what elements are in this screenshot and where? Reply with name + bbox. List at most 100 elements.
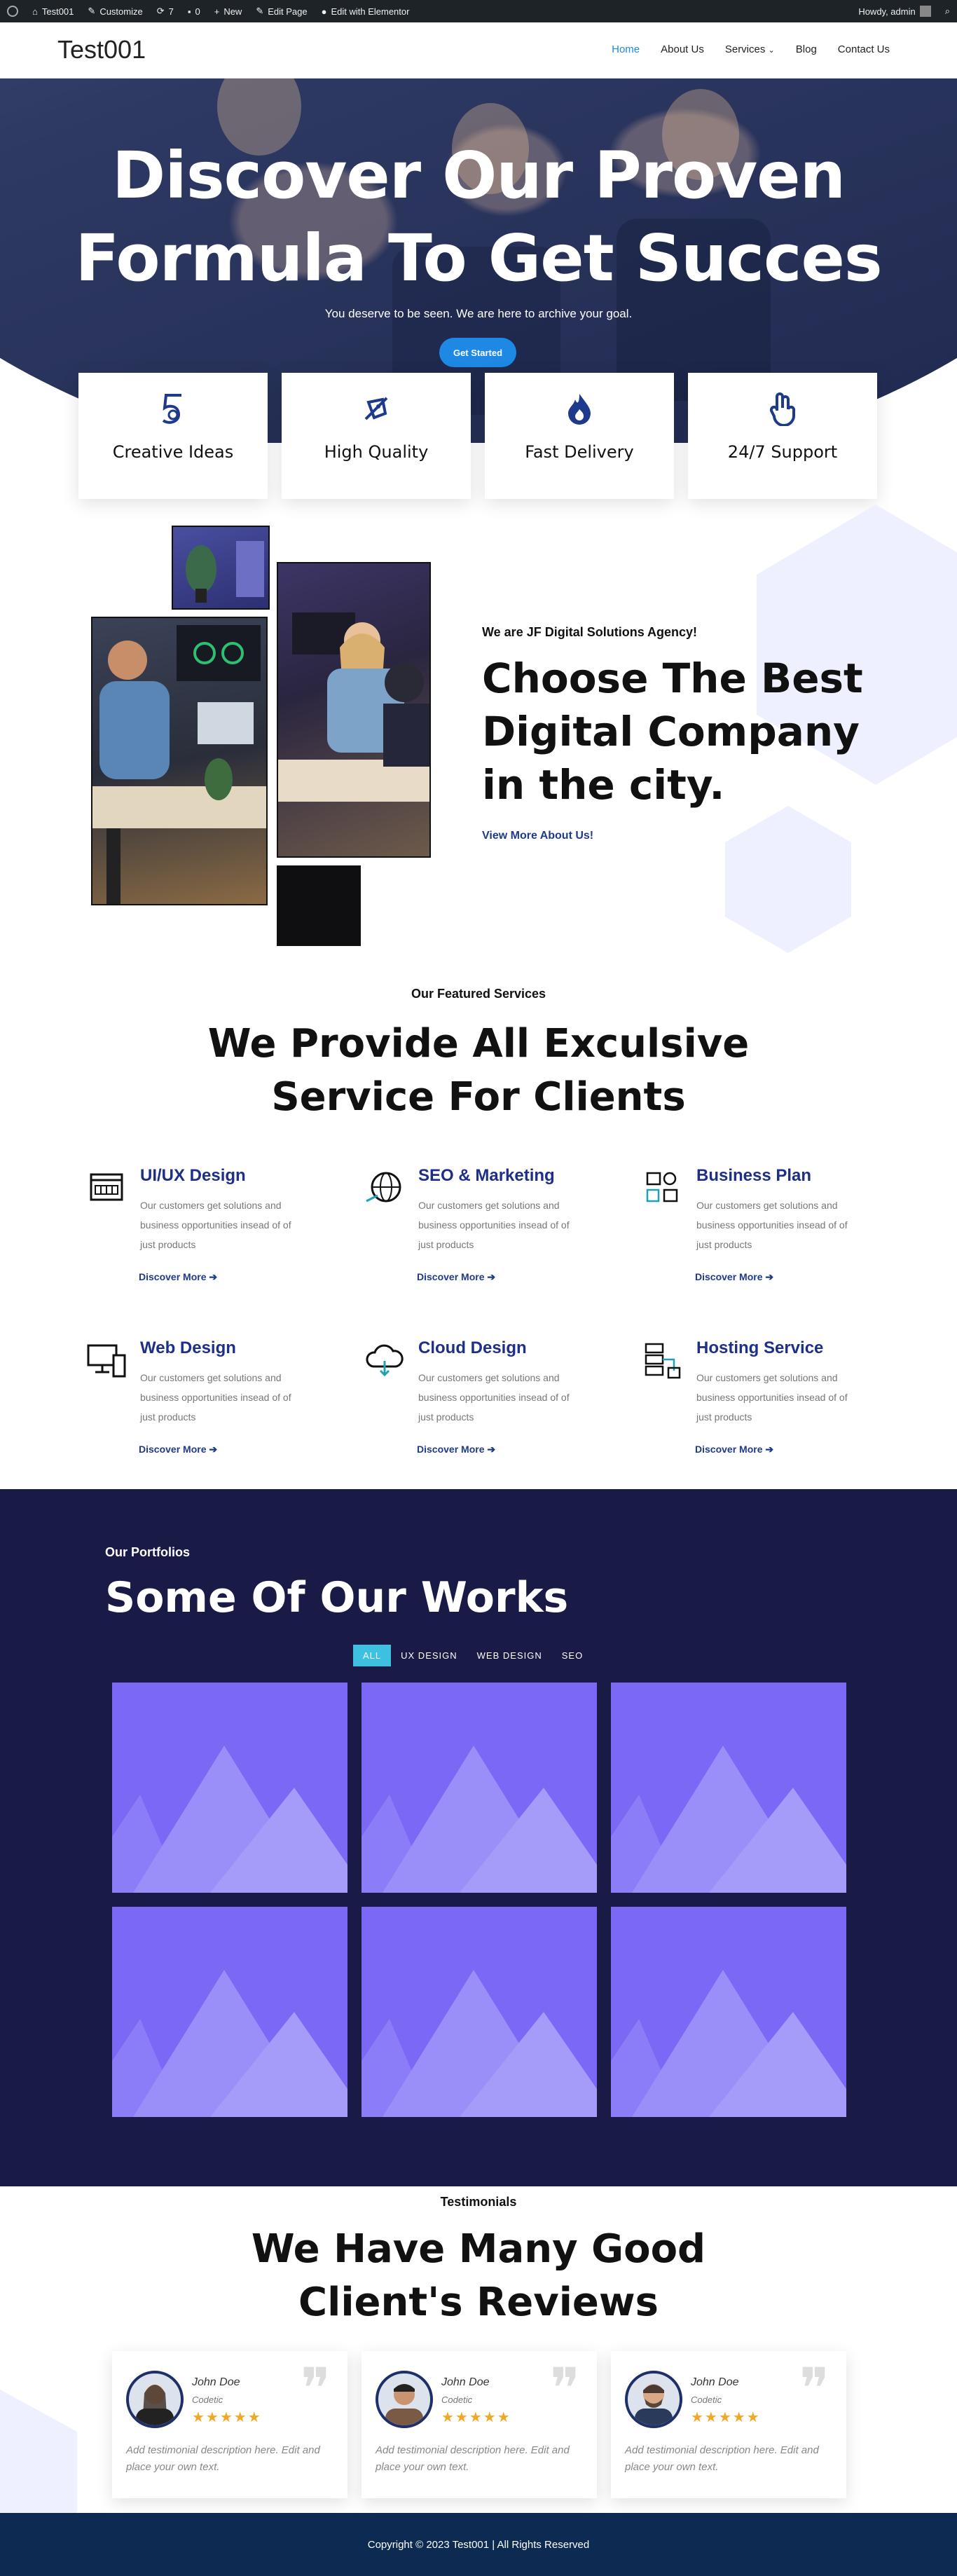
arrow-right-icon: ➔ xyxy=(209,1444,218,1455)
portfolio-item[interactable] xyxy=(362,1683,597,1893)
testimonials-pretitle: Testimonials xyxy=(440,2195,517,2209)
testimonial-text: Add testimonial description here. Edit a… xyxy=(625,2444,819,2473)
admin-site-link[interactable]: ⌂ Test001 xyxy=(25,0,81,22)
avatar xyxy=(126,2371,184,2428)
quote-icon: ❞ xyxy=(549,2356,580,2421)
office-photo-tall xyxy=(277,562,431,858)
wordpress-logo-icon[interactable] xyxy=(0,0,25,22)
admin-new-link[interactable]: + New xyxy=(207,0,249,22)
image-placeholder-icon xyxy=(112,1746,347,1893)
discover-more-link[interactable]: Discover More ➔ xyxy=(695,1271,773,1283)
meeting-illustration xyxy=(278,612,429,802)
nav-blog[interactable]: Blog xyxy=(796,43,817,55)
hexagon-decoration-small xyxy=(725,806,851,953)
service-title: Hosting Service xyxy=(696,1338,824,1357)
feature-label: Fast Delivery xyxy=(525,442,634,462)
service-title: SEO & Marketing xyxy=(418,1166,555,1185)
office-photo-dark xyxy=(277,865,361,946)
service-card-business: Business Plan Our customers get solution… xyxy=(642,1166,873,1313)
services-title: We Provide All Exculsive Service For Cli… xyxy=(207,1021,750,1120)
image-placeholder-icon xyxy=(112,1970,347,2117)
service-title: Cloud Design xyxy=(418,1338,527,1357)
creative-icon xyxy=(162,394,181,424)
admin-elementor-link[interactable]: ● Edit with Elementor xyxy=(315,0,417,22)
admin-comments-link[interactable]: ▪ 0 xyxy=(181,0,207,22)
image-placeholder-icon xyxy=(362,1746,597,1893)
updates-icon: ⟳ xyxy=(156,6,165,16)
main-nav: Home About Us Services ⌄ Blog Contact Us xyxy=(612,43,890,55)
filter-seo[interactable]: SEO xyxy=(552,1645,593,1666)
view-more-about-link[interactable]: View More About Us! xyxy=(482,830,593,842)
admin-customize-link[interactable]: ✎ Customize xyxy=(81,0,149,22)
get-started-button[interactable]: Get Started xyxy=(439,338,516,367)
portfolio-item[interactable] xyxy=(362,1907,597,2117)
portfolio-item[interactable] xyxy=(611,1907,846,2117)
reviewer-company: Codetic xyxy=(441,2395,473,2405)
filter-ux-design[interactable]: UX DESIGN xyxy=(391,1645,467,1666)
testimonial-text: Add testimonial description here. Edit a… xyxy=(376,2444,570,2473)
service-card-uiux: UI/UX Design Our customers get solutions… xyxy=(85,1166,317,1313)
plant-illustration xyxy=(186,541,264,603)
comment-icon: ▪ xyxy=(187,6,191,17)
brush-icon: ✎ xyxy=(88,6,96,16)
portfolio-title: Some Of Our Works xyxy=(105,1573,569,1622)
quote-icon: ❞ xyxy=(300,2356,331,2421)
cloud-icon xyxy=(366,1344,404,1377)
admin-edit-page-link[interactable]: ✎ Edit Page xyxy=(249,0,314,22)
discover-more-link[interactable]: Discover More ➔ xyxy=(139,1444,217,1455)
service-card-seo: SEO & Marketing Our customers get soluti… xyxy=(364,1166,595,1313)
testimonial-text: Add testimonial description here. Edit a… xyxy=(126,2444,320,2473)
service-title: Business Plan xyxy=(696,1166,812,1185)
admin-updates-link[interactable]: ⟳ 7 xyxy=(150,0,181,22)
discover-more-link[interactable]: Discover More ➔ xyxy=(417,1444,495,1455)
image-placeholder-icon xyxy=(362,1970,597,2117)
globe-icon xyxy=(366,1172,401,1203)
avatar xyxy=(625,2371,682,2428)
feature-card-delivery: Fast Delivery xyxy=(485,373,674,499)
admin-bar: ⌂ Test001 ✎ Customize ⟳ 7 ▪ 0 + New ✎ Edit Pag… xyxy=(0,0,957,22)
service-description: Our customers get solutions and business… xyxy=(418,1372,570,1423)
testimonials-title: We Have Many Good Client's Reviews xyxy=(251,2226,706,2325)
hand-peace-icon xyxy=(769,392,796,427)
service-description: Our customers get solutions and business… xyxy=(140,1200,291,1250)
person-icon xyxy=(385,2384,423,2425)
testimonial-card: John Doe Codetic ★★★★★ ❞ Add testimonial… xyxy=(362,2351,597,2498)
copyright-text: Copyright © 2023 Test001 | All Rights Re… xyxy=(367,2538,590,2551)
portfolio-filters: ALL UX DESIGN WEB DESIGN SEO xyxy=(353,1645,593,1666)
portfolio-item[interactable] xyxy=(112,1907,347,2117)
arrow-right-icon: ➔ xyxy=(487,1444,496,1455)
service-title: Web Design xyxy=(140,1338,236,1357)
service-title: UI/UX Design xyxy=(140,1166,246,1185)
star-rating: ★★★★★ xyxy=(691,2410,761,2425)
site-title[interactable]: Test001 xyxy=(57,35,146,64)
feature-label: Creative Ideas xyxy=(112,442,234,462)
office-photo-main xyxy=(91,617,268,905)
reviewer-name: John Doe xyxy=(691,2376,739,2388)
team-meeting-illustration xyxy=(92,625,266,904)
testimonial-card: John Doe Codetic ★★★★★ ❞ Add testimonial… xyxy=(611,2351,846,2498)
person-icon xyxy=(136,2385,174,2425)
admin-account-menu[interactable]: Howdy, admin xyxy=(851,0,937,22)
image-placeholder-icon xyxy=(611,1970,846,2117)
portfolio-item[interactable] xyxy=(112,1683,347,1893)
filter-all[interactable]: ALL xyxy=(353,1645,392,1666)
admin-search-icon[interactable]: ⌕ xyxy=(938,0,957,22)
nav-home[interactable]: Home xyxy=(612,43,640,55)
nav-contact[interactable]: Contact Us xyxy=(838,43,890,55)
portfolio-item[interactable] xyxy=(611,1683,846,1893)
server-icon xyxy=(645,1343,681,1379)
filter-web-design[interactable]: WEB DESIGN xyxy=(467,1645,552,1666)
feature-card-support: 24/7 Support xyxy=(688,373,877,499)
nav-services[interactable]: Services ⌄ xyxy=(725,43,775,55)
image-placeholder-icon xyxy=(611,1746,846,1893)
browser-window-icon xyxy=(90,1173,123,1201)
service-card-cloud: Cloud Design Our customers get solutions… xyxy=(364,1338,595,1486)
discover-more-link[interactable]: Discover More ➔ xyxy=(417,1271,495,1283)
nav-about[interactable]: About Us xyxy=(661,43,704,55)
discover-more-link[interactable]: Discover More ➔ xyxy=(695,1444,773,1455)
star-rating: ★★★★★ xyxy=(441,2410,511,2425)
discover-more-link[interactable]: Discover More ➔ xyxy=(139,1271,217,1283)
portfolio-pretitle: Our Portfolios xyxy=(105,1545,190,1559)
chevron-down-icon: ⌄ xyxy=(768,46,775,55)
about-pretitle: We are JF Digital Solutions Agency! xyxy=(482,625,698,639)
